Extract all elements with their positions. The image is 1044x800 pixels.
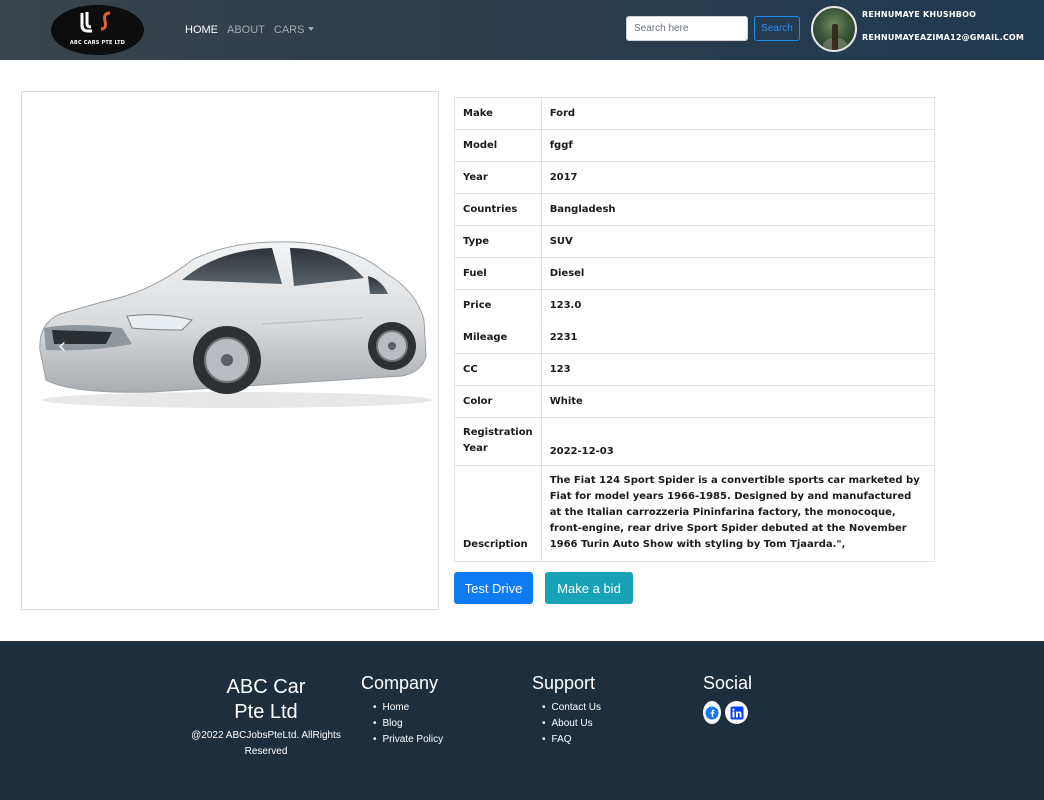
avatar-image-tree (832, 24, 838, 50)
user-name: REHNUMAYE KHUSHBOO (862, 10, 977, 19)
social-icons (703, 701, 748, 724)
footer-social-title: Social (703, 673, 753, 693)
spec-row-price: Price 123.0 (454, 289, 936, 322)
logo-text: ABC CARS PTE LTD (69, 40, 126, 46)
nav-about[interactable]: ABOUT (227, 24, 265, 36)
brand-logo[interactable]: ABC CARS PTE LTD (51, 5, 144, 55)
logo-mark-icon (80, 11, 111, 33)
spec-row-description: Description The Fiat 124 Sport Spider is … (454, 465, 936, 562)
spec-label-price: Price (454, 289, 542, 322)
search-input[interactable] (626, 16, 748, 41)
chevron-down-icon (308, 27, 315, 31)
navbar: ABC CARS PTE LTD HOME ABOUT CARS Search … (0, 0, 1044, 60)
spec-label-countries: Countries (454, 193, 542, 226)
spec-row-fuel: Fuel Diesel (454, 257, 936, 290)
spec-row-model: Model fggf (454, 129, 936, 162)
car-image-card: ‹ (21, 91, 439, 610)
footer-support-title: Support (532, 673, 596, 693)
footer-company-links: Home Blog Private Policy (373, 700, 444, 748)
user-email: REHNUMAYEAZIMA12@GMAIL.COM (862, 33, 1025, 42)
spec-label-mileage: Mileage (454, 321, 542, 354)
spec-value-description: The Fiat 124 Sport Spider is a convertib… (540, 465, 936, 562)
spec-value-registration-year: 2022-12-03 (540, 417, 936, 466)
spec-label-cc: CC (454, 353, 542, 386)
footer-brand: ABC Car Pte Ltd (226, 676, 306, 723)
nav-links: HOME ABOUT CARS (185, 24, 315, 36)
footer-support-links: Contact Us About Us FAQ (542, 700, 601, 748)
make-bid-button[interactable]: Make a bid (545, 572, 633, 604)
spec-label-year: Year (454, 161, 542, 194)
spec-row-make: Make Ford (454, 97, 936, 130)
spec-value-year: 2017 (540, 161, 936, 194)
spec-value-make: Ford (540, 97, 936, 130)
spec-row-year: Year 2017 (454, 161, 936, 194)
avatar[interactable] (811, 6, 857, 52)
spec-row-mileage: Mileage 2231 (454, 321, 936, 354)
spec-label-fuel: Fuel (454, 257, 542, 290)
carousel-prev-icon[interactable]: ‹ (52, 332, 72, 362)
nav-cars-dropdown[interactable]: CARS (274, 24, 315, 36)
spec-label-make: Make (454, 97, 542, 130)
spec-value-color: White (540, 385, 936, 418)
nav-cars-label: CARS (273, 24, 305, 36)
spec-value-model: fggf (540, 129, 936, 162)
spec-row-color: Color White (454, 385, 936, 418)
spec-label-registration-year: Registration Year (454, 417, 542, 466)
spec-value-fuel: Diesel (540, 257, 936, 290)
linkedin-icon[interactable] (725, 701, 748, 724)
footer-link-about-us[interactable]: About Us (542, 716, 601, 732)
footer-link-contact-us[interactable]: Contact Us (542, 700, 601, 716)
footer-company-title: Company (361, 673, 439, 693)
spec-label-type: Type (454, 225, 542, 258)
spec-value-type: SUV (540, 225, 936, 258)
nav-home[interactable]: HOME (185, 24, 218, 36)
test-drive-button[interactable]: Test Drive (454, 572, 533, 604)
facebook-icon[interactable] (703, 701, 721, 724)
spec-row-cc: CC 123 (454, 353, 936, 386)
spec-label-description: Description (454, 465, 542, 562)
spec-row-type: Type SUV (454, 225, 936, 258)
footer-link-home[interactable]: Home (373, 700, 443, 716)
car-spec-table: Make Ford Model fggf Year 2017 Countries Bangla… (454, 97, 936, 562)
footer-link-blog[interactable]: Blog (373, 716, 443, 732)
spec-label-model: Model (454, 129, 542, 162)
footer-copyright: @2022 ABCJobsPteLtd. AllRights Reserved (191, 730, 341, 757)
footer-link-faq[interactable]: FAQ (542, 732, 601, 748)
spec-row-registration-year: Registration Year 2022-12-03 (454, 417, 936, 466)
spec-row-countries: Countries Bangladesh (454, 193, 936, 226)
spec-label-color: Color (454, 385, 542, 418)
footer-link-private-policy[interactable]: Private Policy (373, 732, 444, 748)
spec-value-mileage: 2231 (540, 321, 936, 354)
car-image (39, 241, 432, 408)
search-button[interactable]: Search (754, 16, 800, 41)
spec-value-price: 123.0 (540, 289, 936, 322)
spec-value-cc: 123 (540, 353, 936, 386)
spec-value-countries: Bangladesh (540, 193, 936, 226)
footer: ABC Car Pte Ltd @2022 ABCJobsPteLtd. All… (0, 641, 1044, 800)
